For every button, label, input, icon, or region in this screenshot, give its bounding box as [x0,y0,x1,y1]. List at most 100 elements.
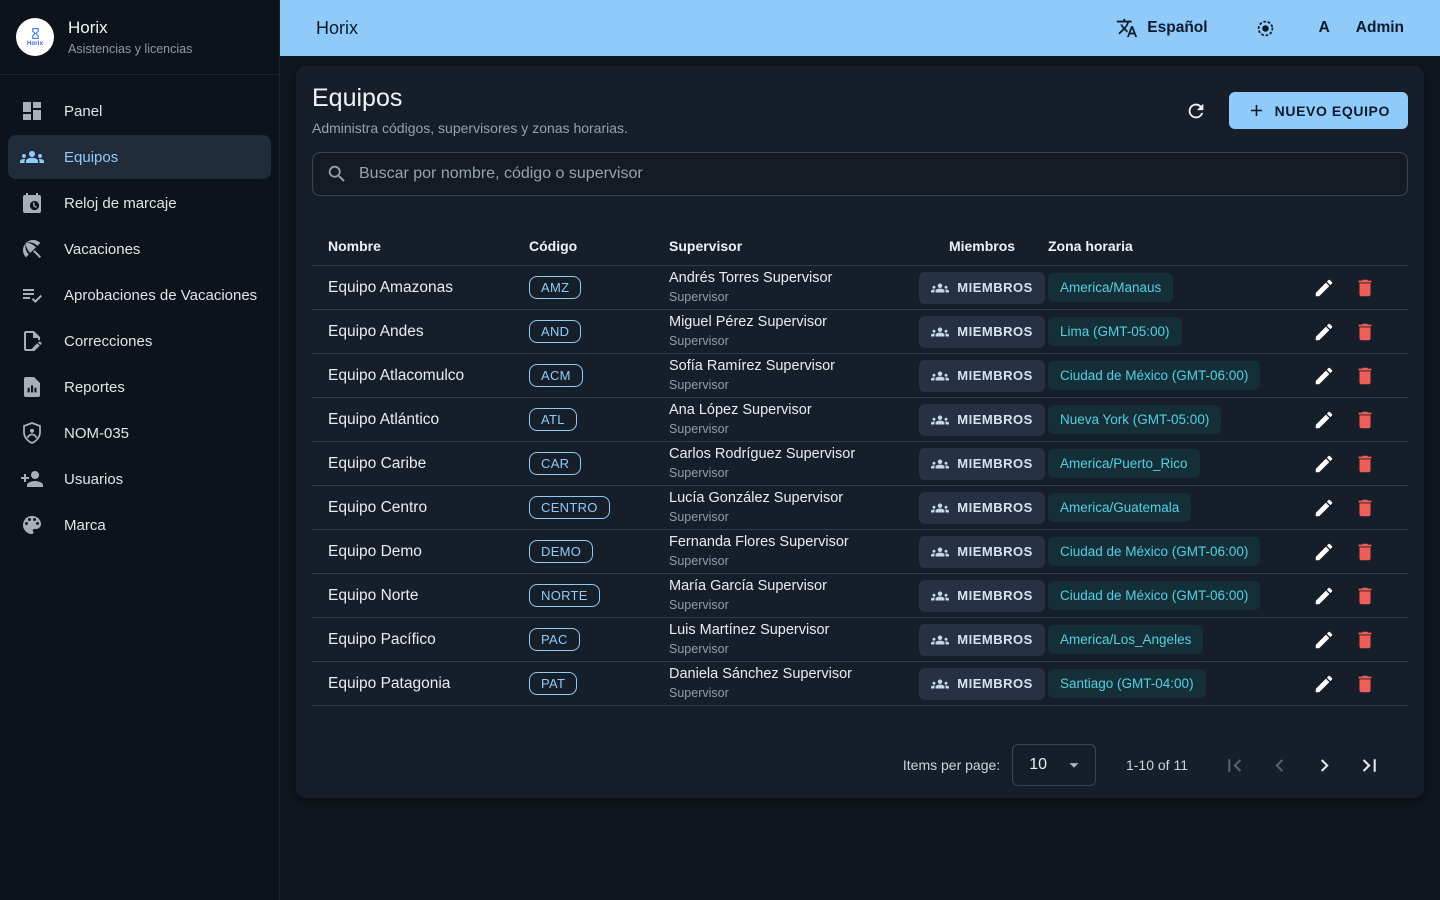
row-actions [1313,365,1408,387]
supervisor-name: Luis Martínez Supervisor [669,621,916,641]
team-code-badge: CAR [529,452,581,475]
table-row: Equipo Atlántico ATL Ana López Superviso… [312,398,1408,442]
delete-button[interactable] [1354,453,1376,475]
edit-button[interactable] [1313,497,1335,519]
edit-icon [1313,585,1335,607]
app-logo: Horix [16,18,54,56]
supervisor-cell: Lucía González Supervisor Supervisor [669,489,916,526]
delete-icon [1354,497,1376,519]
sidebar-item-usuarios[interactable]: Usuarios [8,457,271,501]
search-input[interactable] [359,165,1394,183]
members-button-label: MIEMBROS [957,500,1033,515]
groups-icon [931,455,949,473]
sidebar-item-label: Reloj de marcaje [64,195,177,212]
delete-button[interactable] [1354,365,1376,387]
edit-button[interactable] [1313,453,1335,475]
supervisor-name: Andrés Torres Supervisor [669,269,916,289]
previous-page-button[interactable] [1267,753,1292,778]
members-button[interactable]: MIEMBROS [919,360,1045,392]
table-row: Equipo Andes AND Miguel Pérez Supervisor… [312,310,1408,354]
language-switcher[interactable]: Español [1116,17,1207,39]
delete-button[interactable] [1354,629,1376,651]
supervisor-role: Supervisor [669,597,916,614]
sidebar-item-nom-035[interactable]: NOM-035 [8,411,271,455]
delete-icon [1354,409,1376,431]
table-row: Equipo Patagonia PAT Daniela Sánchez Sup… [312,662,1408,706]
sidebar-item-label: Correcciones [64,333,152,350]
row-actions [1313,409,1408,431]
chevron-right-icon [1312,753,1337,778]
sidebar-item-panel[interactable]: Panel [8,89,271,133]
timezone-badge: Ciudad de México (GMT-06:00) [1048,361,1260,390]
edit-button[interactable] [1313,409,1335,431]
sidebar-item-aprobaciones[interactable]: Aprobaciones de Vacaciones [8,273,271,317]
members-button[interactable]: MIEMBROS [919,316,1045,348]
members-button[interactable]: MIEMBROS [919,404,1045,436]
pagination-range: 1-10 of 11 [1126,757,1188,773]
sidebar-item-label: Aprobaciones de Vacaciones [64,287,257,304]
edit-button[interactable] [1313,321,1335,343]
user-avatar[interactable]: A [1319,19,1330,37]
edit-button[interactable] [1313,629,1335,651]
members-button[interactable]: MIEMBROS [919,536,1045,568]
items-per-page-value: 10 [1029,756,1047,774]
members-button[interactable]: MIEMBROS [919,580,1045,612]
supervisor-cell: María García Supervisor Supervisor [669,577,916,614]
supervisor-cell: Miguel Pérez Supervisor Supervisor [669,313,916,350]
edit-button[interactable] [1313,541,1335,563]
user-menu[interactable]: Admin [1356,19,1404,37]
members-button[interactable]: MIEMBROS [919,492,1045,524]
delete-button[interactable] [1354,321,1376,343]
table-row: Equipo Demo DEMO Fernanda Flores Supervi… [312,530,1408,574]
items-per-page-label: Items per page: [903,757,1000,773]
last-page-button[interactable] [1357,753,1382,778]
team-name: Equipo Amazonas [328,279,529,297]
sidebar: Horix Horix Asistencias y licencias Pane… [0,0,280,900]
refresh-button[interactable] [1185,100,1207,122]
members-button-label: MIEMBROS [957,412,1033,427]
timezone-badge: Nueva York (GMT-05:00) [1048,405,1221,434]
sidebar-item-reloj[interactable]: Reloj de marcaje [8,181,271,225]
theme-toggle-button[interactable] [1254,17,1277,40]
sidebar-item-equipos[interactable]: Equipos [8,135,271,179]
delete-button[interactable] [1354,277,1376,299]
sidebar-item-reportes[interactable]: Reportes [8,365,271,409]
delete-button[interactable] [1354,409,1376,431]
delete-button[interactable] [1354,585,1376,607]
row-actions [1313,541,1408,563]
next-page-button[interactable] [1312,753,1337,778]
topbar-actions: Español A Admin [1116,17,1404,40]
delete-button[interactable] [1354,673,1376,695]
translate-icon [1116,17,1138,39]
members-button[interactable]: MIEMBROS [919,624,1045,656]
edit-button[interactable] [1313,277,1335,299]
members-button-label: MIEMBROS [957,280,1033,295]
new-team-button[interactable]: NUEVO EQUIPO [1229,92,1408,129]
members-button[interactable]: MIEMBROS [919,272,1045,304]
team-name: Equipo Centro [328,499,529,517]
sidebar-item-label: NOM-035 [64,425,129,442]
members-button[interactable]: MIEMBROS [919,448,1045,480]
items-per-page-select[interactable]: 10 [1012,744,1096,786]
members-button-label: MIEMBROS [957,632,1033,647]
timezone-badge: Ciudad de México (GMT-06:00) [1048,537,1260,566]
new-team-button-label: NUEVO EQUIPO [1275,103,1390,119]
supervisor-role: Supervisor [669,465,916,482]
delete-button[interactable] [1354,497,1376,519]
edit-button[interactable] [1313,585,1335,607]
team-code-badge: PAT [529,672,577,695]
edit-button[interactable] [1313,365,1335,387]
delete-button[interactable] [1354,541,1376,563]
edit-document-icon [20,329,44,353]
table-header-row: Nombre Código Supervisor Miembros Zona h… [312,226,1408,266]
groups-icon [931,631,949,649]
delete-icon [1354,541,1376,563]
members-button[interactable]: MIEMBROS [919,668,1045,700]
first-page-button[interactable] [1222,753,1247,778]
sidebar-item-correcciones[interactable]: Correcciones [8,319,271,363]
team-name: Equipo Pacífico [328,631,529,649]
edit-button[interactable] [1313,673,1335,695]
timezone-badge: Lima (GMT-05:00) [1048,317,1182,346]
sidebar-item-marca[interactable]: Marca [8,503,271,547]
sidebar-item-vacaciones[interactable]: Vacaciones [8,227,271,271]
